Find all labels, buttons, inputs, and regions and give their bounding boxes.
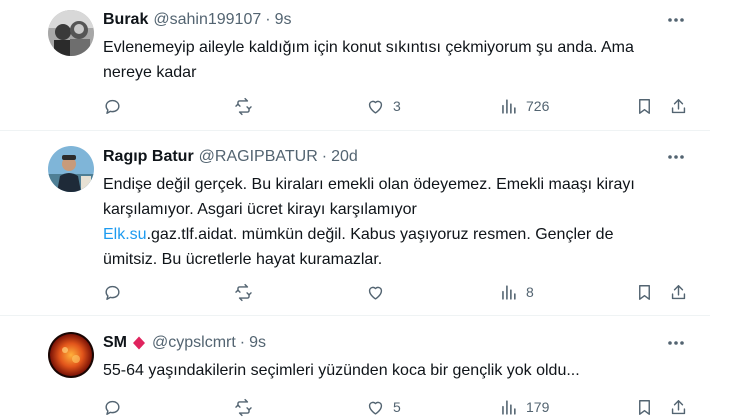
- reply-icon: [105, 99, 120, 114]
- more-options-button[interactable]: [664, 147, 688, 167]
- reply-button[interactable]: [103, 396, 130, 418]
- share-button[interactable]: [669, 396, 688, 418]
- view-count: 8: [526, 284, 534, 300]
- reply-icon: [105, 400, 120, 415]
- avatar[interactable]: [48, 146, 94, 192]
- author-name[interactable]: SM: [103, 334, 127, 352]
- share-icon: [671, 98, 686, 113]
- author-name[interactable]: Burak: [103, 11, 148, 29]
- like-count: 5: [393, 399, 401, 415]
- timestamp[interactable]: 9s: [249, 334, 266, 352]
- tweet-header: Burak @sahin199107 · 9s: [103, 10, 688, 30]
- heart-icon: [368, 286, 383, 300]
- tweet[interactable]: Burak @sahin199107 · 9s Evlenemeyip aile…: [0, 0, 710, 131]
- author-handle[interactable]: @sahin199107: [153, 11, 261, 29]
- tweet-actions: 5 179: [103, 396, 689, 418]
- views-button[interactable]: 179: [499, 396, 549, 418]
- retweet-button[interactable]: [234, 281, 261, 303]
- reply-icon: [105, 285, 120, 300]
- like-count: 3: [393, 98, 401, 114]
- tweet-text-line: Elk.su.gaz.tlf.aidat. mümkün değil. Kabu…: [103, 222, 688, 247]
- views-button[interactable]: 8: [499, 281, 534, 303]
- share-button[interactable]: [669, 281, 688, 303]
- tweet-text: Endişe değil gerçek. Bu kiraları emekli …: [103, 172, 688, 272]
- view-count: 179: [526, 399, 550, 415]
- timestamp[interactable]: 20d: [331, 148, 358, 166]
- share-icon: [671, 399, 686, 414]
- tweet-text: 55-64 yaşındakilerin seçimleri yüzünden …: [103, 358, 688, 383]
- more-dots-icon: [668, 155, 684, 159]
- retweet-icon: [235, 398, 252, 416]
- author-handle[interactable]: @RAGIPBATUR: [199, 148, 318, 166]
- tweet-link[interactable]: Elk.su: [103, 226, 147, 243]
- views-button[interactable]: 726: [499, 95, 549, 117]
- red-diamond-icon: [133, 336, 145, 350]
- bookmark-button[interactable]: [635, 281, 654, 303]
- tweet-actions: 3 726: [103, 95, 689, 117]
- reply-button[interactable]: [103, 95, 130, 117]
- separator-dot: ·: [239, 334, 246, 351]
- tweet-text-line: nereye kadar: [103, 64, 197, 81]
- like-button[interactable]: 5: [366, 396, 401, 418]
- tweet-text-line: 55-64 yaşındakilerin seçimleri yüzünden …: [103, 362, 580, 379]
- heart-icon: [368, 401, 383, 415]
- bookmark-icon: [639, 98, 650, 114]
- retweet-icon: [235, 97, 252, 115]
- tweet-text-line: Endişe değil gerçek. Bu kiraları emekli …: [103, 176, 635, 193]
- more-options-button[interactable]: [664, 333, 688, 353]
- like-button[interactable]: 3: [366, 95, 401, 117]
- views-bar-chart-icon: [502, 284, 516, 300]
- tweet[interactable]: SM @cypslcmrt · 9s 55-64 yaşındakilerin …: [0, 316, 710, 420]
- tweet-header: Ragıp Batur @RAGIPBATUR · 20d: [103, 147, 688, 167]
- retweet-icon: [235, 283, 252, 301]
- avatar[interactable]: [48, 10, 94, 56]
- reply-button[interactable]: [103, 281, 130, 303]
- author-handle[interactable]: @cypslcmrt: [152, 334, 236, 352]
- tweet[interactable]: Ragıp Batur @RAGIPBATUR · 20d Endişe değ…: [0, 131, 710, 316]
- bookmark-button[interactable]: [635, 396, 654, 418]
- view-count: 726: [526, 98, 550, 114]
- tweet-actions: 8: [103, 281, 689, 303]
- retweet-button[interactable]: [234, 95, 261, 117]
- views-bar-chart-icon: [502, 98, 516, 114]
- author-name[interactable]: Ragıp Batur: [103, 148, 194, 166]
- separator-dot: ·: [265, 11, 271, 28]
- share-button[interactable]: [669, 95, 688, 117]
- tweet-text-line: ümitsiz. Bu ücretlerle hayat kuramazlar.: [103, 251, 383, 268]
- heart-icon: [368, 100, 383, 114]
- bookmark-icon: [639, 399, 650, 415]
- tweet-feed: Burak @sahin199107 · 9s Evlenemeyip aile…: [0, 0, 730, 420]
- avatar[interactable]: [48, 332, 94, 378]
- tweet-text-fragment: .gaz.tlf.aidat. mümkün değil. Kabus yaşı…: [146, 226, 614, 243]
- more-options-button[interactable]: [664, 10, 688, 30]
- more-dots-icon: [668, 18, 684, 22]
- like-button[interactable]: [366, 281, 393, 303]
- tweet-text: Evlenemeyip aileyle kaldığım için konut …: [103, 35, 688, 85]
- more-dots-icon: [668, 341, 684, 345]
- tweet-text-line: Evlenemeyip aileyle kaldığım için konut …: [103, 39, 634, 56]
- views-bar-chart-icon: [502, 399, 516, 415]
- timestamp[interactable]: 9s: [275, 11, 292, 29]
- tweet-header: SM @cypslcmrt · 9s: [103, 333, 688, 353]
- bookmark-icon: [639, 284, 650, 300]
- bookmark-button[interactable]: [635, 95, 654, 117]
- tweet-text-line: karşılamıyor. Asgari ücret kirayı karşıl…: [103, 201, 417, 218]
- share-icon: [671, 284, 686, 299]
- retweet-button[interactable]: [234, 396, 261, 418]
- separator-dot: ·: [321, 148, 328, 165]
